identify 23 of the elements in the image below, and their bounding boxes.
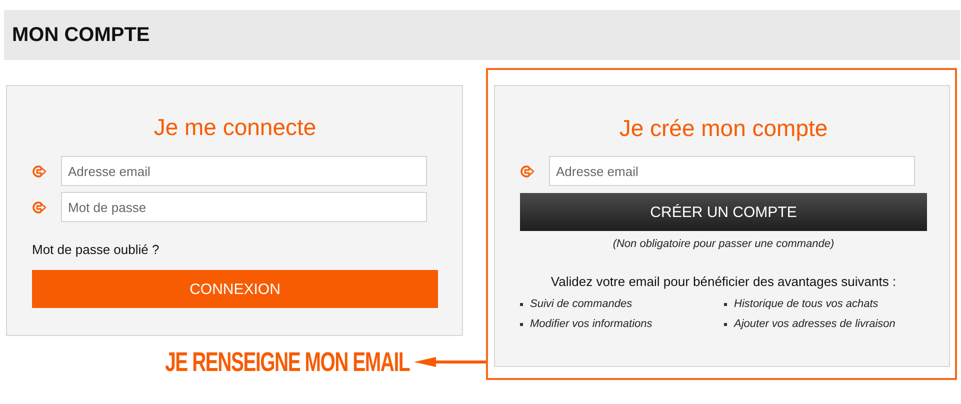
forgot-password-link[interactable]: Mot de passe oublié ? xyxy=(32,242,160,257)
bullet-icon xyxy=(724,322,727,326)
benefit-item: Ajouter vos adresses de livraison xyxy=(734,318,896,330)
benefits-intro: Validez votre email pour bénéficier des avantages suivants : xyxy=(550,274,898,289)
panel-title: Je crée mon compte xyxy=(618,115,829,142)
panel-title: Je me connecte xyxy=(152,114,318,141)
bullet-icon xyxy=(520,302,523,306)
bullet-icon xyxy=(724,302,727,306)
password-field[interactable]: Mot de passe xyxy=(61,192,427,222)
email-field[interactable]: Adresse email xyxy=(549,156,915,186)
page-title: MON COMPTE xyxy=(11,23,151,48)
benefit-item: Modifier vos informations xyxy=(530,318,652,330)
note-text: (Non obligatoire pour passer une commande) xyxy=(612,238,836,250)
email-field[interactable]: Adresse email xyxy=(61,156,427,186)
arrow-icon xyxy=(414,356,486,368)
sign-in-icon xyxy=(32,200,47,214)
bullet-icon xyxy=(520,322,523,326)
benefit-item: Historique de tous vos achats xyxy=(734,298,878,310)
sign-in-icon xyxy=(520,164,535,178)
sign-in-icon xyxy=(32,164,47,178)
create-account-button[interactable]: CRÉER UN COMPTE xyxy=(520,193,927,231)
annotation-text: JE RENSEIGNE MON EMAIL xyxy=(166,346,410,378)
benefit-item: Suivi de commandes xyxy=(530,298,632,310)
